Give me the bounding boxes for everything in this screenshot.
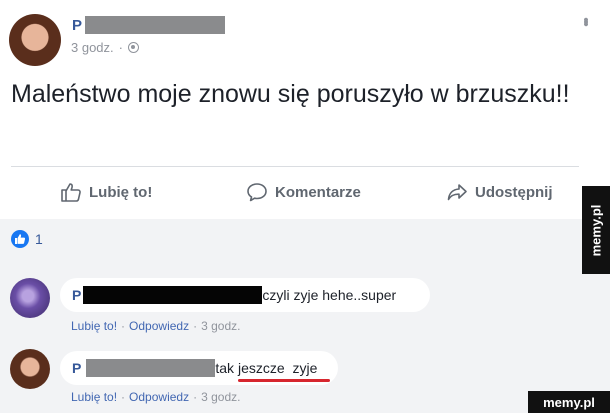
comment-actions: Lubię to! · Odpowiedz · 3 godz. bbox=[71, 390, 240, 404]
author-avatar[interactable] bbox=[9, 14, 61, 66]
speech-bubble-icon bbox=[247, 183, 267, 202]
comment-text: czyli zyje hehe..super bbox=[262, 287, 397, 303]
comment-like-link[interactable]: Lubię to! bbox=[71, 319, 117, 333]
comment-button[interactable]: Komentarze bbox=[246, 180, 361, 204]
sep: · bbox=[193, 319, 198, 333]
thumbs-up-icon bbox=[61, 183, 81, 202]
globe-icon[interactable] bbox=[128, 42, 139, 53]
comment-like-link[interactable]: Lubię to! bbox=[71, 390, 117, 404]
comment-author-initial[interactable]: P bbox=[72, 360, 81, 376]
comment-text-prefix: tak bbox=[215, 360, 235, 376]
comment-actions: Lubię to! · Odpowiedz · 3 godz. bbox=[71, 319, 240, 333]
meta-separator: · bbox=[118, 40, 123, 55]
redacted-name-bar bbox=[86, 359, 216, 377]
redacted-name-bar bbox=[83, 286, 263, 304]
post-time[interactable]: 3 godz. bbox=[71, 40, 114, 55]
share-label: Udostępnij bbox=[475, 183, 553, 201]
post-card: P ••• 3 godz. · Maleństwo moje znowu się… bbox=[0, 0, 610, 219]
like-label: Lubię to! bbox=[89, 183, 153, 201]
author-name[interactable]: P bbox=[72, 14, 226, 36]
redacted-name-bar bbox=[85, 16, 226, 34]
like-button[interactable]: Lubię to! bbox=[60, 180, 152, 204]
sep: · bbox=[193, 390, 198, 404]
comment-time[interactable]: 3 godz. bbox=[201, 319, 240, 333]
post-options-icon[interactable]: ••• bbox=[577, 17, 594, 24]
comment-text-highlight: jeszcze zyje bbox=[238, 360, 318, 376]
watermark-corner: memy.pl bbox=[528, 391, 610, 413]
comment-time[interactable]: 3 godz. bbox=[201, 390, 240, 404]
sep: · bbox=[121, 319, 126, 333]
comment-label: Komentarze bbox=[275, 183, 361, 201]
red-underline-mark bbox=[238, 379, 330, 382]
share-button[interactable]: Udostępnij bbox=[446, 180, 553, 204]
post-meta: 3 godz. · bbox=[71, 40, 139, 55]
watermark-side-text: memy.pl bbox=[588, 204, 604, 256]
comment-bubble: P czyli zyje hehe..super bbox=[60, 278, 430, 312]
watermark-corner-text: memy.pl bbox=[543, 394, 595, 410]
post-text: Maleństwo moje znowu się poruszyło w brz… bbox=[11, 80, 570, 108]
comment-avatar[interactable] bbox=[10, 278, 50, 318]
comment-author-initial[interactable]: P bbox=[72, 287, 81, 303]
comment-avatar[interactable] bbox=[10, 349, 50, 389]
reaction-count[interactable]: 1 bbox=[35, 231, 43, 247]
watermark-side: memy.pl bbox=[582, 186, 610, 274]
comment-reply-link[interactable]: Odpowiedz bbox=[129, 319, 189, 333]
reaction-summary[interactable]: 1 bbox=[11, 230, 43, 248]
like-reaction-icon bbox=[11, 230, 29, 248]
sep: · bbox=[121, 390, 126, 404]
comment-reply-link[interactable]: Odpowiedz bbox=[129, 390, 189, 404]
share-arrow-icon bbox=[447, 184, 467, 201]
divider bbox=[11, 166, 579, 167]
author-initial[interactable]: P bbox=[72, 17, 82, 34]
